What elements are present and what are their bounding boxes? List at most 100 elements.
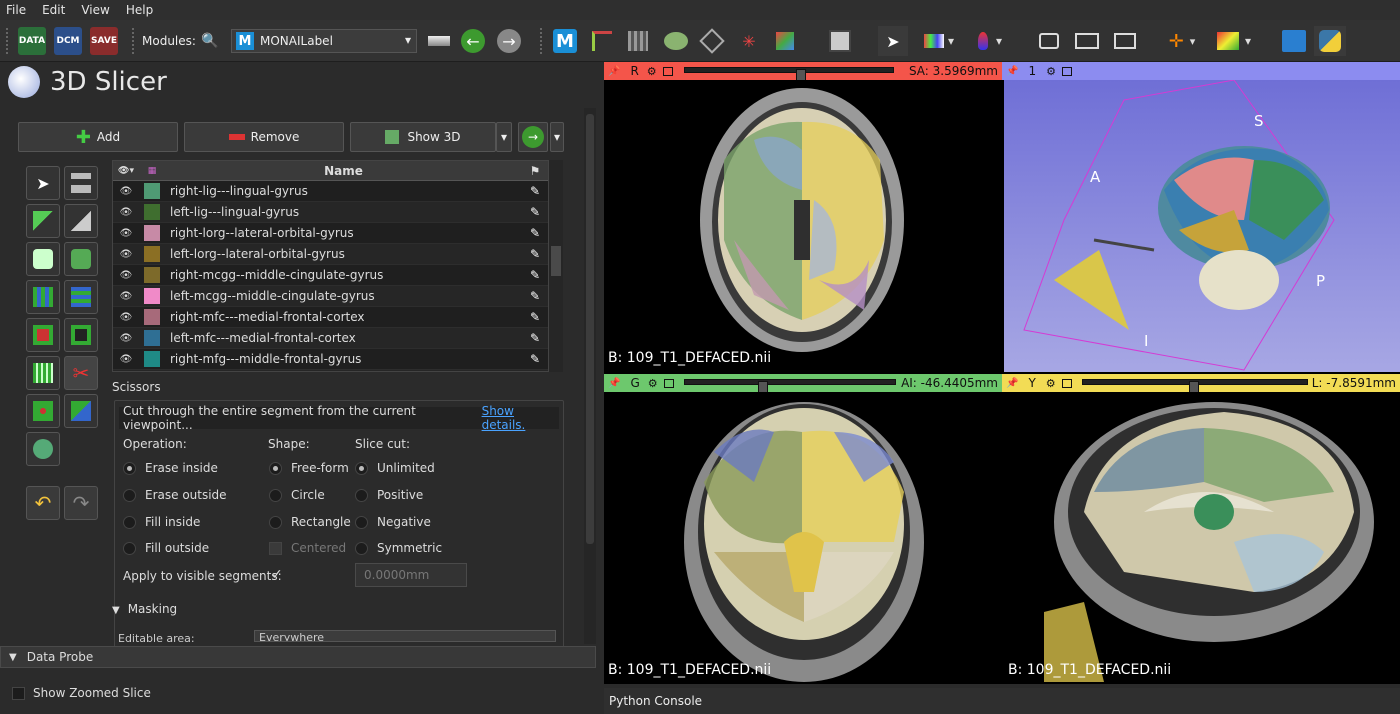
eye-icon[interactable]: 👁 xyxy=(113,354,139,365)
place-fiducial-button[interactable]: ▾ xyxy=(970,26,1010,56)
name-column-header[interactable]: Name xyxy=(165,164,522,178)
table-row[interactable]: 👁 right-mfg---middle-frontal-gyrus ✎ xyxy=(113,349,548,370)
threshold-button[interactable] xyxy=(26,318,60,352)
maximize-icon[interactable] xyxy=(1061,378,1072,388)
module-history-button[interactable] xyxy=(424,26,454,56)
apply-visible-checkbox[interactable]: ✓ xyxy=(271,567,283,583)
remove-segment-button[interactable]: Remove xyxy=(184,122,344,152)
margin-button[interactable] xyxy=(64,318,98,352)
extensions-manager-button[interactable] xyxy=(1280,26,1308,56)
module-search-icon[interactable]: 🔍 xyxy=(200,26,220,56)
draw-effect-button[interactable] xyxy=(64,204,98,238)
positive-radio[interactable]: Positive xyxy=(355,488,423,502)
null-effect-button[interactable]: ➤ xyxy=(26,166,60,200)
table-row[interactable]: 👁 right-lorg--lateral-orbital-gyrus ✎ xyxy=(113,223,548,244)
rectangle-radio[interactable]: Rectangle xyxy=(269,515,351,529)
module-selector[interactable]: M MONAILabel ▾ xyxy=(231,29,417,53)
eye-icon[interactable]: 👁 xyxy=(113,333,139,344)
erase-effect-button[interactable] xyxy=(26,242,60,276)
segment-editor-button[interactable] xyxy=(772,26,798,56)
show-zoomed-slice-checkbox[interactable]: Show Zoomed Slice xyxy=(12,686,151,700)
eye-icon[interactable]: 👁 xyxy=(113,291,139,302)
scroll-thumb[interactable] xyxy=(551,246,561,276)
yellow-slice-view[interactable]: B: 109_T1_DEFACED.nii xyxy=(1004,392,1400,684)
select-mode-button[interactable]: ➤ xyxy=(878,26,908,56)
redo-button[interactable]: ↷ xyxy=(64,486,98,520)
edit-pencil-icon[interactable]: ✎ xyxy=(522,268,548,282)
eye-icon[interactable]: 👁 xyxy=(113,186,139,197)
capture-button[interactable] xyxy=(1110,26,1140,56)
view-options-icon[interactable]: ⚙ xyxy=(648,377,658,390)
edit-pencil-icon[interactable]: ✎ xyxy=(522,289,548,303)
toolbar-grip[interactable] xyxy=(6,28,10,54)
markups-module-button[interactable]: ✳ xyxy=(736,26,762,56)
green-slice-view[interactable]: B: 109_T1_DEFACED.nii xyxy=(604,392,1002,684)
data-module-button[interactable] xyxy=(590,26,614,56)
add-segment-button[interactable]: ✚ Add xyxy=(18,122,178,152)
volumes-module-button[interactable] xyxy=(626,26,650,56)
pin-icon[interactable]: 📌 xyxy=(1006,66,1018,77)
slice-thickness-field[interactable]: 0.0000mm xyxy=(355,563,467,587)
screenshot-button[interactable] xyxy=(1036,26,1062,56)
data-probe-section[interactable]: ▼ Data Probe xyxy=(0,646,596,668)
save-button[interactable]: SAVE xyxy=(90,26,118,56)
maximize-icon[interactable] xyxy=(663,378,674,388)
toolbar-grip[interactable] xyxy=(540,28,544,54)
centered-checkbox[interactable]: Centered xyxy=(269,541,346,555)
load-dicom-button[interactable]: DCM xyxy=(54,26,82,56)
module-scrollbar[interactable] xyxy=(584,108,596,644)
masking-section[interactable]: ▼ Masking xyxy=(112,602,177,616)
free-form-radio[interactable]: Free-form xyxy=(269,461,349,475)
module-scroll-thumb[interactable] xyxy=(586,114,594,544)
menu-edit[interactable]: Edit xyxy=(42,3,65,17)
menu-help[interactable]: Help xyxy=(126,3,153,17)
edit-pencil-icon[interactable]: ✎ xyxy=(522,205,548,219)
table-row[interactable]: 👁 right-lig---lingual-gyrus ✎ xyxy=(113,181,548,202)
circle-radio[interactable]: Circle xyxy=(269,488,325,502)
negative-radio[interactable]: Negative xyxy=(355,515,431,529)
maximize-icon[interactable] xyxy=(1061,66,1072,76)
edit-pencil-icon[interactable]: ✎ xyxy=(522,331,548,345)
python-console-button[interactable] xyxy=(1314,26,1346,56)
segment-color-swatch[interactable] xyxy=(144,225,160,241)
back-button[interactable]: ← xyxy=(460,26,486,56)
more-dropdown[interactable]: ▾ xyxy=(550,122,564,152)
scissors-effect-button[interactable]: ✂ xyxy=(64,356,98,390)
models-module-button[interactable] xyxy=(662,26,690,56)
edit-pencil-icon[interactable]: ✎ xyxy=(522,352,548,366)
edit-pencil-icon[interactable]: ✎ xyxy=(522,247,548,261)
next-button[interactable]: → xyxy=(518,122,548,152)
monailabel-module-button[interactable]: M xyxy=(552,26,578,56)
table-row[interactable]: 👁 right-mfc---medial-frontal-cortex ✎ xyxy=(113,307,548,328)
table-row[interactable]: 👁 left-lorg--lateral-orbital-gyrus ✎ xyxy=(113,244,548,265)
erase-outside-radio[interactable]: Erase outside xyxy=(123,488,227,502)
eye-icon[interactable]: 👁 xyxy=(113,312,139,323)
3d-view[interactable]: S A I P xyxy=(1004,80,1400,372)
slice-intersections-button[interactable]: ▾ xyxy=(1210,26,1258,56)
view-options-icon[interactable]: ⚙ xyxy=(1046,65,1056,78)
layout-button[interactable] xyxy=(826,26,854,56)
pin-icon[interactable]: 📌 xyxy=(1006,378,1018,389)
menu-file[interactable]: File xyxy=(6,3,26,17)
hollow-button[interactable] xyxy=(26,356,60,390)
menu-view[interactable]: View xyxy=(81,3,109,17)
eye-icon[interactable]: 👁 xyxy=(113,249,139,260)
level-tracing-button[interactable] xyxy=(64,242,98,276)
transforms-module-button[interactable] xyxy=(699,26,725,56)
table-row[interactable]: 👁 left-mcgg--middle-cingulate-gyrus ✎ xyxy=(113,286,548,307)
segment-color-swatch[interactable] xyxy=(144,183,160,199)
segment-color-swatch[interactable] xyxy=(144,309,160,325)
forward-button[interactable]: → xyxy=(496,26,522,56)
show-details-link[interactable]: Show details. xyxy=(482,404,559,432)
red-slice-view[interactable]: B: 109_T1_DEFACED.nii xyxy=(604,80,1002,372)
fill-between-slices-button[interactable] xyxy=(64,280,98,314)
segment-color-swatch[interactable] xyxy=(144,246,160,262)
toolbar-grip[interactable] xyxy=(132,28,136,54)
view-options-icon[interactable]: ⚙ xyxy=(1046,377,1056,390)
erase-inside-radio[interactable]: Erase inside xyxy=(123,461,218,475)
edit-pencil-icon[interactable]: ✎ xyxy=(522,310,548,324)
yellow-offset-slider[interactable] xyxy=(1082,379,1308,395)
table-row[interactable]: 👁 right-mcgg--middle-cingulate-gyrus ✎ xyxy=(113,265,548,286)
smoothing-button[interactable] xyxy=(26,432,60,466)
red-offset-slider[interactable] xyxy=(684,67,894,83)
